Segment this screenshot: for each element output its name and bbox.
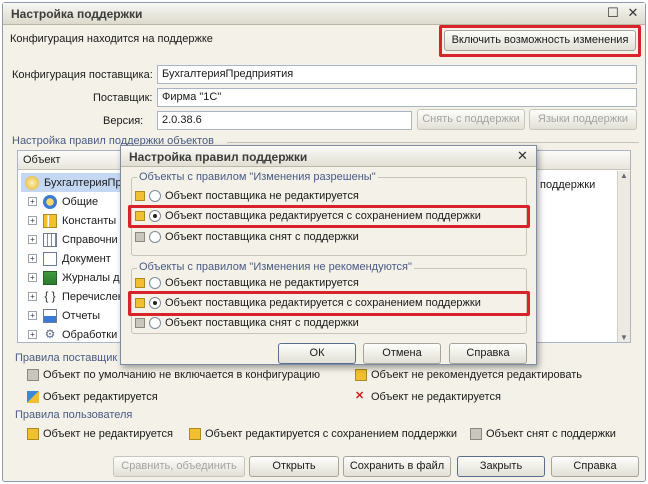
lock-cube-icon [135,191,145,201]
support-status-text: Конфигурация находится на поддержке [10,33,213,45]
catalogs-icon [43,232,57,247]
g2-option-editable-support[interactable]: Объект поставщика редактируется с сохран… [135,297,481,309]
support-languages-button[interactable]: Языки поддержки [529,109,637,130]
g1-option-not-editable[interactable]: Объект поставщика не редактируется [135,190,359,202]
processing-icon: ⚙ [44,326,56,341]
remove-support-button[interactable]: Снять с поддержки [417,109,525,130]
radio-button-selected[interactable] [149,297,161,309]
group2-title: Объекты с правилом "Изменения не рекомен… [137,261,414,273]
radio-button[interactable] [149,277,161,289]
radio-button[interactable] [149,317,161,329]
expand-icon[interactable]: + [28,292,37,301]
vendor-rules-title: Правила поставщик [15,352,118,364]
expand-icon[interactable]: + [28,235,37,244]
legend-not-editable: ✕ Объект не редактируется [355,390,501,404]
legend-user-not-editable: Объект не редактируется [27,428,173,440]
open-button[interactable]: Открыть [249,456,339,477]
dialog-ok-button[interactable]: ОК [278,343,356,364]
g1-option-removed[interactable]: Объект поставщика снят с поддержки [135,231,359,243]
legend-not-recommended: Объект не рекомендуется редактировать [355,369,582,381]
dialog-title: Настройка правил поддержки [129,150,308,164]
close-icon[interactable]: ✕ [625,6,641,21]
lock-cube-icon [27,428,39,440]
g2-option-not-editable[interactable]: Объект поставщика не редактируется [135,277,359,289]
yellow-cube-icon [355,369,367,381]
help-button[interactable]: Справка [551,456,639,477]
yellow-cube-icon [135,211,145,221]
expand-icon[interactable]: + [28,254,37,263]
config-field[interactable]: БухгалтерияПредприятия [157,65,637,84]
expand-icon[interactable]: + [28,197,37,206]
expand-icon[interactable]: + [28,216,37,225]
radio-button[interactable] [149,190,161,202]
documents-icon [43,251,57,266]
radio-button[interactable] [149,231,161,243]
legend-user-editable-support: Объект редактируется с сохранением подде… [189,428,457,440]
grey-cube-icon [470,428,482,440]
enums-icon: { } [44,288,56,303]
g1-option-editable-support[interactable]: Объект поставщика редактируется с сохран… [135,210,481,222]
grey-cube-icon [135,318,145,328]
constants-icon [43,213,57,228]
legend-editable: Объект редактируется [27,391,158,403]
version-field[interactable]: 2.0.38.6 [157,111,412,130]
expand-icon[interactable]: + [28,330,37,339]
reports-icon [43,308,57,323]
config-label: Конфигурация поставщика: [12,69,153,81]
dialog-help-button[interactable]: Справка [449,343,527,364]
legend-user-removed: Объект снят с поддержки [470,428,616,440]
user-rules-title: Правила пользователя [15,409,133,421]
dialog-close-icon[interactable]: ✕ [517,148,528,164]
save-to-file-button[interactable]: Сохранить в файл [343,456,451,477]
config-icon [25,175,39,190]
common-icon [43,194,57,209]
vendor-label: Поставщик: [93,92,153,104]
blue-yellow-cube-icon [27,391,39,403]
window-title: Настройка поддержки [11,7,143,21]
support-rules-dialog: Настройка правил поддержки ✕ Объекты с п… [120,145,537,365]
tree-cell-text: поддержки [540,179,596,191]
grey-cube-icon [135,232,145,242]
expand-icon[interactable]: + [28,311,37,320]
yellow-cube-icon [135,298,145,308]
enable-changes-button[interactable]: Включить возможность изменения [444,30,636,51]
tree-scrollbar[interactable]: ▲ ▼ [617,171,630,342]
maximize-icon[interactable]: ☐ [605,6,621,21]
compare-merge-button[interactable]: Сравнить, объединить [113,456,245,477]
vendor-field[interactable]: Фирма "1С" [157,88,637,107]
group-divider [227,142,639,143]
group1-title: Объекты с правилом "Изменения разрешены" [137,171,378,183]
grey-cube-icon [27,369,39,381]
dialog-titlebar: Настройка правил поддержки ✕ [121,146,536,167]
red-cross-icon: ✕ [355,390,365,402]
yellow-cube-icon [189,428,201,440]
legend-not-included: Объект по умолчанию не включается в конф… [27,369,320,381]
dialog-cancel-button[interactable]: Отмена [363,343,441,364]
expand-icon[interactable]: + [28,273,37,282]
close-button[interactable]: Закрыть [457,456,545,477]
journals-icon [43,270,57,285]
g2-option-removed[interactable]: Объект поставщика снят с поддержки [135,317,359,329]
radio-button-selected[interactable] [149,210,161,222]
lock-cube-icon [135,278,145,288]
column-header-object: Объект [23,154,61,166]
version-label: Версия: [103,115,144,127]
window-titlebar: Настройка поддержки ☐ ✕ [3,3,645,25]
